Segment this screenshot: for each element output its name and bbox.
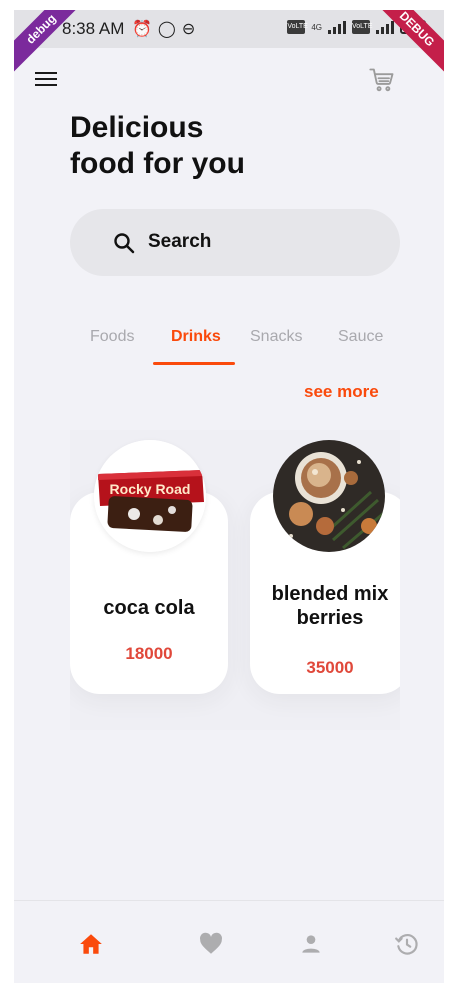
hamburger-menu-icon[interactable] — [34, 68, 58, 92]
product-name: blended mix berries — [250, 582, 400, 630]
status-time: 8:38 AM — [62, 19, 125, 38]
title-line-1: Delicious — [70, 111, 204, 144]
tab-sauce[interactable]: Sauce — [338, 328, 383, 346]
heart-icon[interactable] — [198, 931, 224, 957]
signal-icon-2 — [376, 20, 394, 34]
shopping-cart-icon[interactable] — [368, 66, 396, 94]
title-line-2: food for you — [70, 147, 245, 180]
product-price: 35000 — [306, 658, 354, 677]
whatsapp-icon: ◯ — [157, 21, 182, 38]
tab-drinks[interactable]: Drinks — [171, 328, 221, 346]
product-image-rocky-road[interactable]: Rocky Road — [94, 440, 206, 552]
category-tabs: Foods Drinks Snacks Sauce — [70, 324, 400, 370]
network-type: 4G — [311, 22, 322, 32]
sim-icon: ⊖ — [181, 21, 202, 38]
product-name-line-1: blended mix — [271, 583, 389, 605]
home-icon[interactable] — [78, 931, 104, 957]
search-label: Search — [148, 231, 212, 252]
app-screen: 8:38 AM ⏰◯⊖ VoLTE 4G VoLTE 4 debug DEBUG… — [14, 10, 444, 983]
product-name: coca cola — [103, 597, 195, 619]
see-more-link[interactable]: see more — [304, 382, 379, 402]
status-notification-icons: ⏰◯⊖ — [132, 19, 201, 39]
alarm-icon: ⏰ — [132, 21, 158, 38]
product-image-label: Rocky Road — [110, 481, 191, 497]
chocolate-bar-image: Rocky Road — [94, 440, 206, 552]
bottom-navigation — [14, 900, 444, 983]
product-name-line-2: berries — [296, 607, 364, 629]
signal-icon — [328, 20, 346, 34]
product-image-hot-cocoa[interactable] — [273, 440, 385, 552]
hot-cocoa-image — [273, 440, 385, 552]
history-icon[interactable] — [394, 931, 420, 957]
volte-icon-2: VoLTE — [352, 20, 373, 34]
tab-snacks[interactable]: Snacks — [250, 328, 302, 346]
volte-icon: VoLTE — [287, 20, 308, 34]
tab-foods[interactable]: Foods — [90, 328, 134, 346]
search-icon — [114, 233, 135, 254]
profile-icon[interactable] — [298, 931, 324, 957]
search-bar[interactable]: Search — [70, 209, 400, 276]
active-tab-indicator — [153, 362, 235, 365]
page-title: Delicious food for you — [70, 110, 245, 182]
product-price: 18000 — [125, 644, 173, 663]
status-bar: 8:38 AM ⏰◯⊖ VoLTE 4G VoLTE 4 — [14, 10, 444, 48]
